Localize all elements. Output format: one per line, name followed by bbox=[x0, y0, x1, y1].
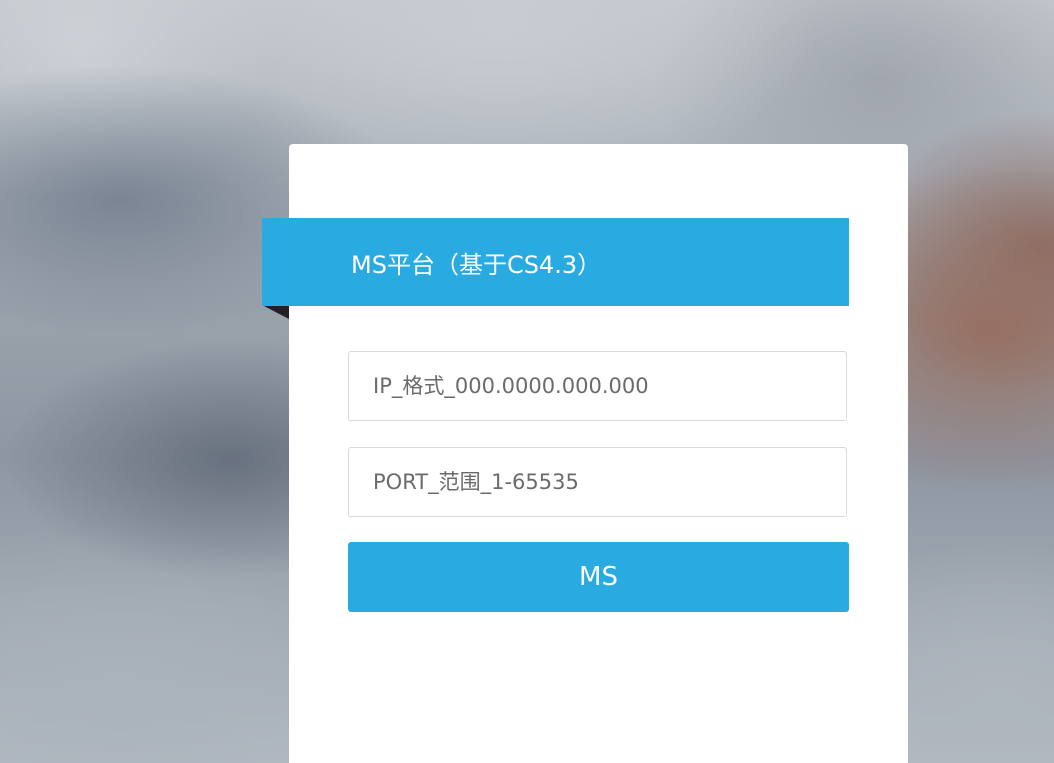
ip-input[interactable] bbox=[349, 352, 846, 420]
port-field[interactable] bbox=[348, 447, 847, 517]
title-ribbon: MS平台（基于CS4.3） bbox=[262, 218, 849, 306]
port-input[interactable] bbox=[349, 448, 846, 516]
submit-button[interactable]: MS bbox=[348, 542, 849, 612]
ip-field[interactable] bbox=[348, 351, 847, 421]
page-title: MS平台（基于CS4.3） bbox=[351, 250, 602, 279]
ribbon-fold-corner bbox=[262, 305, 289, 319]
